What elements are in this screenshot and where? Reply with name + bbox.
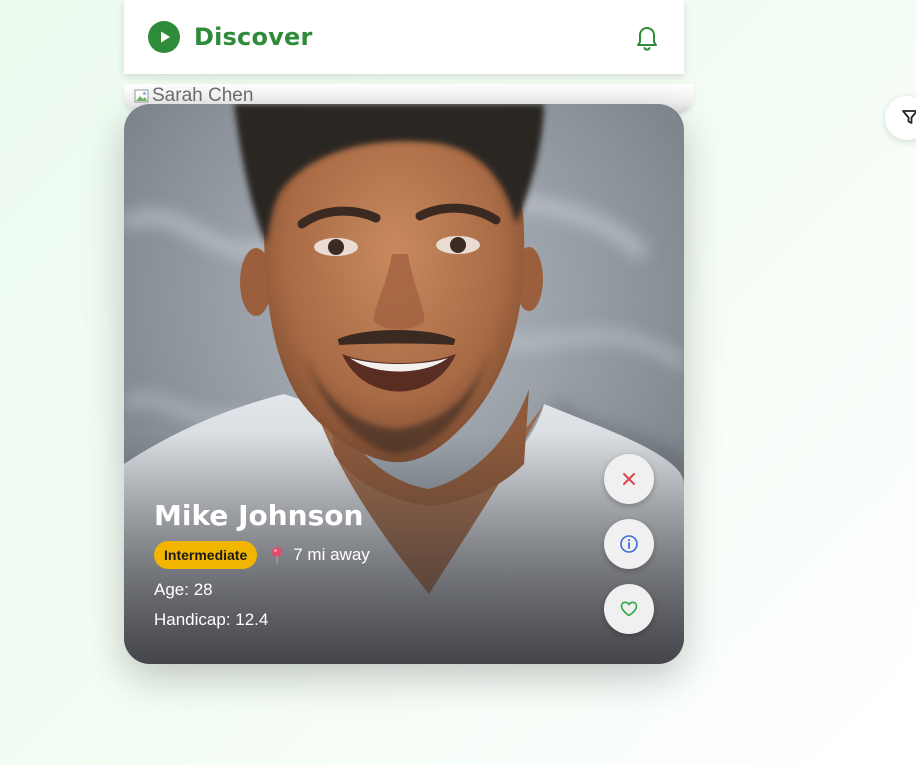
heart-icon [620, 601, 638, 617]
info-icon [620, 535, 638, 553]
bell-icon[interactable] [632, 22, 662, 52]
profile-card[interactable]: Mike Johnson Intermediate 7 mi away Age:… [124, 104, 684, 664]
page-title: Discover [194, 23, 313, 51]
profile-location: 7 mi away [269, 545, 370, 565]
distance-text: 7 mi away [293, 545, 370, 564]
skill-level-badge: Intermediate [154, 541, 258, 569]
close-icon [623, 473, 635, 485]
filter-icon [901, 108, 916, 126]
filter-button[interactable] [885, 96, 916, 140]
location-pin-icon [269, 546, 285, 564]
info-button[interactable] [604, 519, 654, 569]
profile-actions [604, 454, 654, 649]
profile-age: Age: 28 [154, 580, 213, 599]
like-button[interactable] [604, 584, 654, 634]
pass-button[interactable] [604, 454, 654, 504]
profile-meta: Intermediate 7 mi away [154, 540, 370, 570]
profile-info: Mike Johnson Intermediate 7 mi away Age:… [154, 498, 370, 630]
broken-image-icon [134, 88, 150, 104]
profile-name: Mike Johnson [154, 499, 364, 532]
play-circle-icon [148, 21, 180, 53]
profile-handicap: Handicap: 12.4 [154, 610, 269, 629]
app-header: Discover [124, 0, 684, 74]
